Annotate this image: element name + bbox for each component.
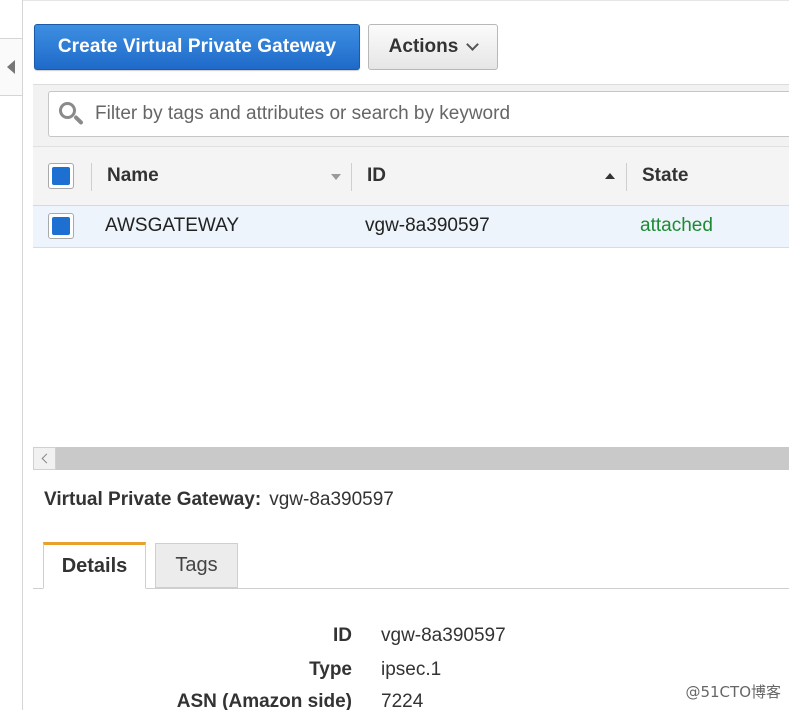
tabs-baseline [33, 588, 789, 589]
column-header-name[interactable]: Name [107, 147, 351, 205]
column-header-id[interactable]: ID [367, 147, 625, 205]
column-divider [626, 163, 627, 191]
search-input[interactable] [95, 103, 745, 125]
select-all-checkbox[interactable] [48, 163, 74, 189]
field-value-asn: 7224 [381, 691, 424, 710]
search-icon [57, 100, 85, 128]
tab-tags-label: Tags [175, 554, 218, 576]
row-checkbox[interactable] [48, 213, 74, 239]
column-header-name-label: Name [107, 165, 159, 186]
actions-dropdown-button[interactable]: Actions [368, 24, 498, 70]
search-box[interactable] [48, 91, 789, 137]
column-divider [91, 163, 92, 191]
sort-ascending-icon [605, 173, 615, 179]
gateway-table: Name ID State AWSGATEWAY vgw-8a390597 at… [33, 84, 789, 248]
cell-state: attached [640, 215, 713, 236]
field-label-asn: ASN (Amazon side) [176, 691, 352, 710]
create-vpg-button[interactable]: Create Virtual Private Gateway [34, 24, 360, 70]
details-heading: Virtual Private Gateway: vgw-8a390597 [44, 488, 394, 512]
column-header-state[interactable]: State [642, 147, 789, 205]
chevron-left-icon [41, 453, 51, 464]
left-nav-collapsed [0, 0, 23, 710]
actions-label: Actions [388, 36, 459, 57]
chevron-down-icon [466, 38, 480, 51]
column-header-state-label: State [642, 165, 689, 186]
tab-tags[interactable]: Tags [155, 543, 238, 588]
details-heading-label: Virtual Private Gateway: [44, 489, 262, 510]
caret-left-icon [7, 60, 15, 74]
field-value-id: vgw-8a390597 [381, 625, 506, 646]
scroll-left-button[interactable] [33, 447, 56, 470]
field-value-type: ipsec.1 [381, 659, 442, 680]
watermark: @51CTO博客 [685, 683, 781, 701]
checkbox-checked-icon [52, 217, 70, 235]
field-label-type: Type [309, 659, 352, 680]
table-row[interactable]: AWSGATEWAY vgw-8a390597 attached [33, 206, 789, 248]
table-header: Name ID State [33, 146, 789, 206]
horizontal-scrollbar[interactable] [33, 447, 789, 470]
top-divider [23, 0, 789, 1]
field-label-id: ID [333, 625, 352, 646]
cell-name: AWSGATEWAY [105, 215, 240, 236]
sort-neutral-icon [331, 174, 341, 180]
checkbox-checked-icon [52, 167, 70, 185]
create-vpg-label: Create Virtual Private Gateway [57, 36, 337, 57]
cell-id: vgw-8a390597 [365, 215, 490, 236]
details-heading-value: vgw-8a390597 [269, 489, 394, 510]
expand-nav-button[interactable] [0, 38, 22, 96]
filter-bar [33, 84, 789, 146]
tab-details[interactable]: Details [43, 542, 146, 589]
column-divider [351, 163, 352, 191]
column-header-id-label: ID [367, 165, 386, 186]
tab-details-label: Details [61, 555, 128, 577]
